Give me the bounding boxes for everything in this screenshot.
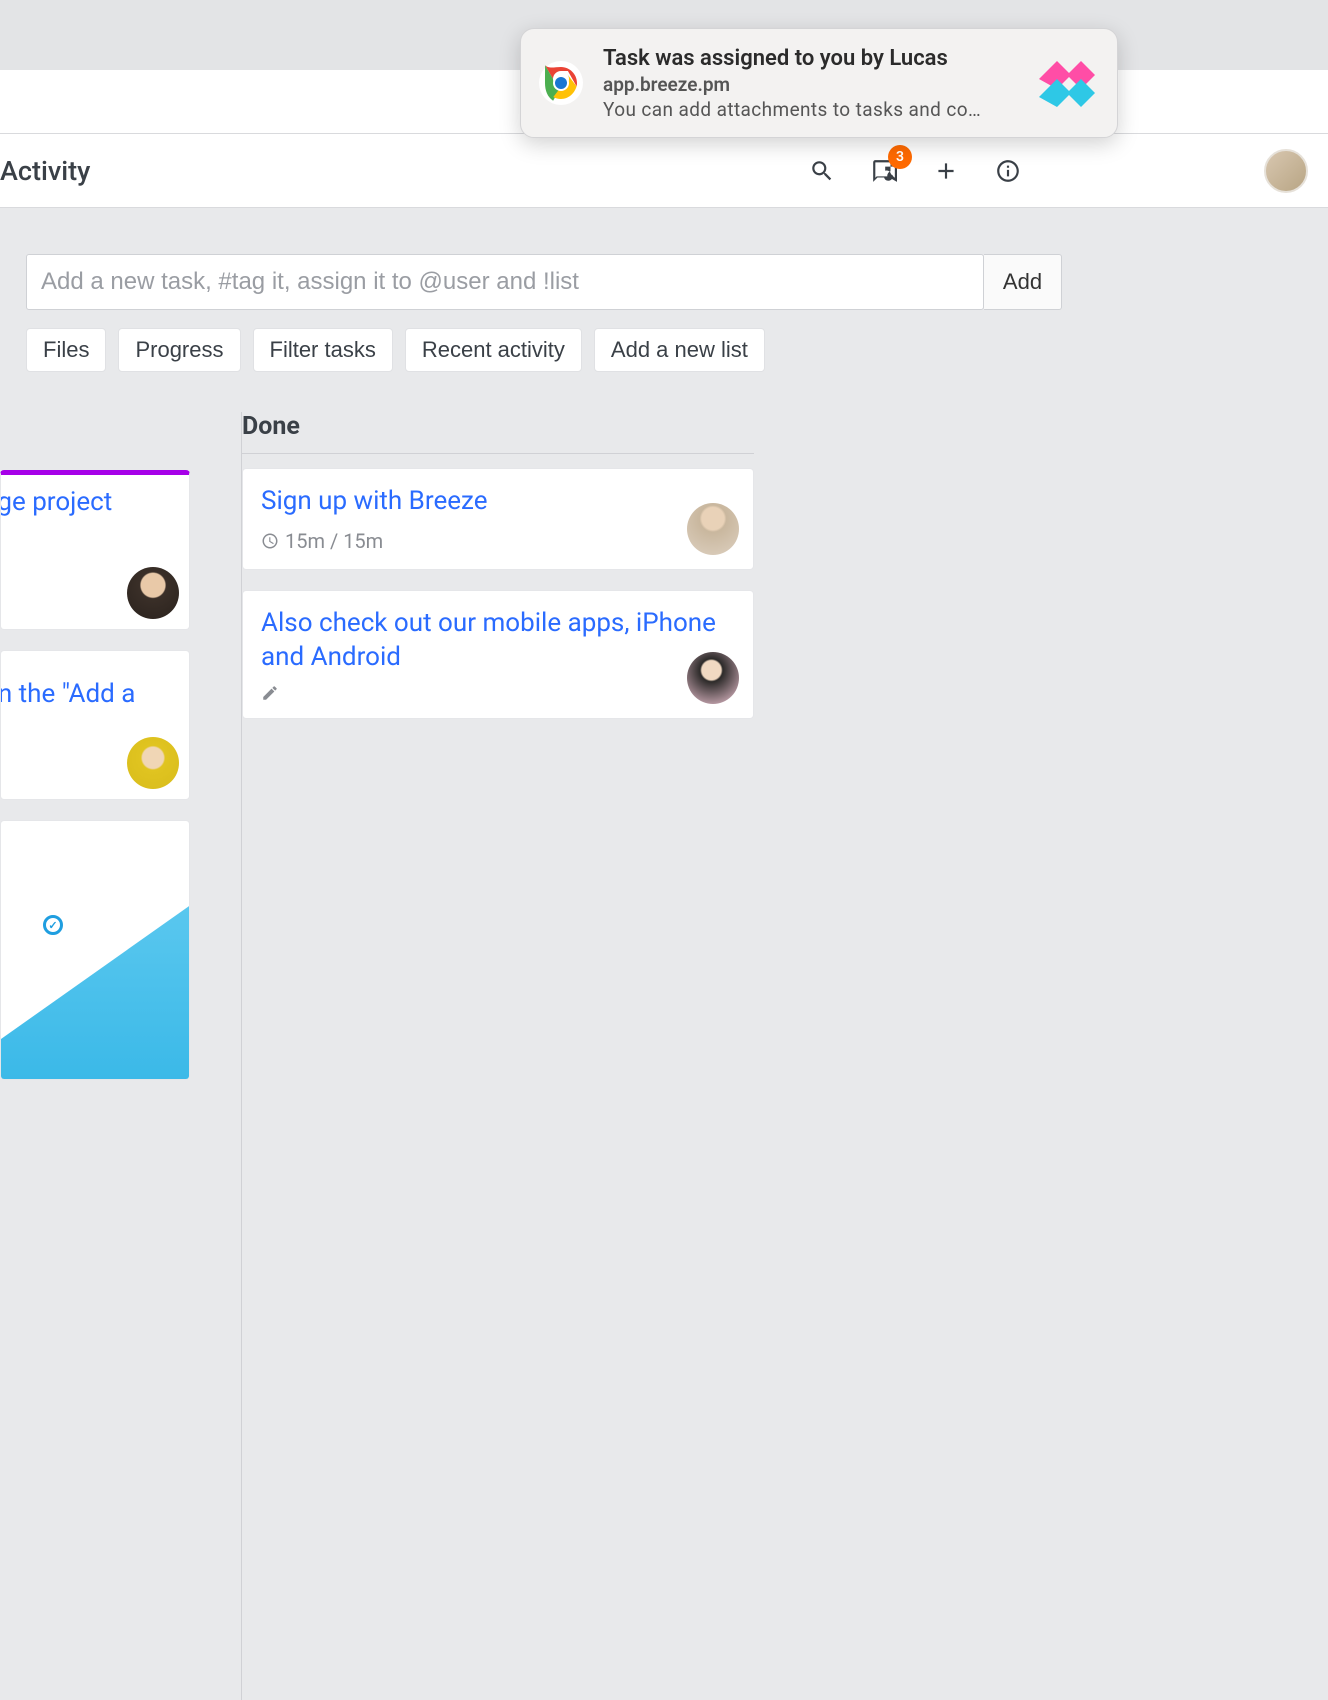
content-area: Add Files Progress Filter tasks Recent a… [0, 208, 1328, 1100]
plus-icon[interactable] [930, 155, 962, 187]
breeze-logo-icon [1033, 49, 1101, 117]
task-card[interactable] [0, 820, 190, 1080]
pencil-icon [261, 684, 279, 702]
task-title: nge project [0, 475, 189, 517]
time-label: 15m / 15m [285, 529, 383, 553]
assignee-avatar [127, 737, 179, 789]
task-card[interactable]: Also check out our mobile apps, iPhone a… [242, 590, 754, 720]
add-new-list-pill[interactable]: Add a new list [594, 328, 765, 372]
add-button[interactable]: Add [984, 254, 1062, 310]
notification-badge: 3 [888, 145, 912, 169]
task-card[interactable]: nge project [0, 470, 190, 630]
chat-icon[interactable]: 3 [868, 155, 900, 187]
notification-body: Task was assigned to you by Lucas app.br… [603, 46, 1023, 121]
task-meta: 15m / 15m [261, 529, 735, 553]
page-title: Activity [0, 155, 90, 187]
info-icon[interactable] [992, 155, 1024, 187]
task-title: on the "Add a [0, 651, 189, 709]
header-icons: 3 [806, 149, 1308, 193]
notification-title: Task was assigned to you by Lucas [603, 46, 1023, 71]
chart-thumbnail [1, 899, 190, 1079]
board: nge project on the "Add a [26, 412, 1302, 1100]
clock-icon [261, 532, 279, 550]
filter-tasks-pill[interactable]: Filter tasks [253, 328, 393, 372]
notification-description: You can add attachments to tasks and co… [603, 98, 993, 121]
assignee-avatar [687, 652, 739, 704]
add-task-input[interactable] [26, 254, 984, 310]
done-column: Done Sign up with Breeze 15m / 15m Also … [242, 412, 754, 1100]
progress-pill[interactable]: Progress [118, 328, 240, 372]
recent-activity-pill[interactable]: Recent activity [405, 328, 582, 372]
column-title: Done [242, 412, 754, 454]
notification-domain: app.breeze.pm [603, 73, 1023, 96]
files-pill[interactable]: Files [26, 328, 106, 372]
assignee-avatar [687, 503, 739, 555]
task-card[interactable]: on the "Add a [0, 650, 190, 800]
check-circle-icon [43, 915, 63, 935]
task-card[interactable]: Sign up with Breeze 15m / 15m [242, 468, 754, 570]
left-column: nge project on the "Add a [0, 412, 198, 1100]
search-icon[interactable] [806, 155, 838, 187]
notification-toast[interactable]: Task was assigned to you by Lucas app.br… [520, 28, 1118, 138]
assignee-avatar [127, 567, 179, 619]
add-task-row: Add [26, 254, 1062, 310]
user-avatar[interactable] [1264, 149, 1308, 193]
task-title: Also check out our mobile apps, iPhone a… [261, 607, 735, 675]
task-meta [261, 684, 735, 702]
task-title: Sign up with Breeze [261, 485, 735, 519]
pill-row: Files Progress Filter tasks Recent activ… [26, 328, 1302, 372]
chrome-icon [537, 59, 585, 107]
main-header: Activity 3 [0, 134, 1328, 208]
